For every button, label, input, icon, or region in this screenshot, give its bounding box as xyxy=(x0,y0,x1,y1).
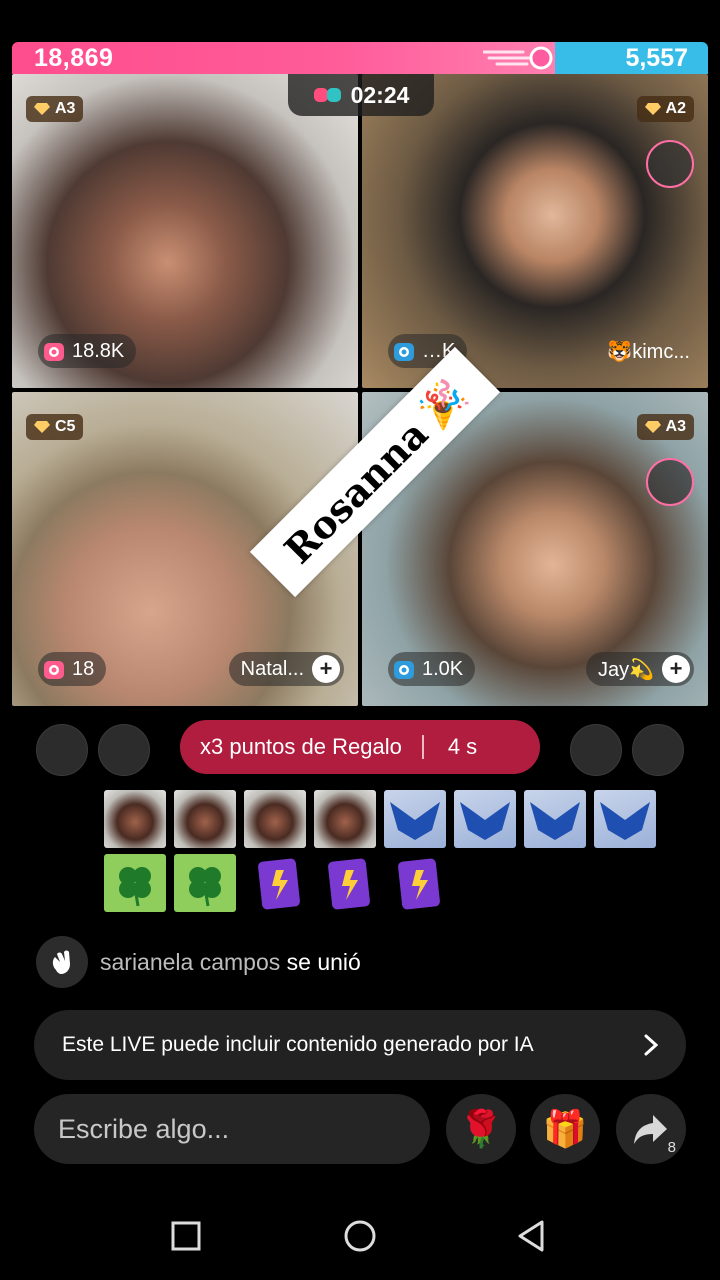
rank-badge: A3 xyxy=(26,96,84,122)
streamer-name[interactable]: Jay💫 + xyxy=(585,652,694,686)
gift-points-countdown: 4 s xyxy=(447,734,478,759)
comment-input[interactable] xyxy=(34,1094,430,1164)
stream-tile-1[interactable]: A3 18.8K xyxy=(12,74,358,388)
eagle-icon xyxy=(530,802,580,840)
rank-badge: A2 xyxy=(636,96,694,122)
gift-sticker-face xyxy=(244,790,306,848)
left-score-value: 18,869 xyxy=(34,43,114,72)
streamer-name-label: Jay💫 xyxy=(597,658,654,681)
rose-icon: 🌹 xyxy=(458,1108,504,1149)
eagle-icon xyxy=(600,802,650,840)
viewer-avatar[interactable] xyxy=(570,724,622,776)
streamer-name[interactable]: Natal... + xyxy=(228,652,344,686)
gift-card-boost xyxy=(318,854,380,912)
viewer-avatar[interactable] xyxy=(632,724,684,776)
follow-plus-button[interactable]: + xyxy=(312,655,340,683)
pink-heart-icon xyxy=(44,661,64,679)
boost-icon[interactable] xyxy=(646,458,694,506)
gift-card-boost xyxy=(248,854,310,912)
timer-value: 02:24 xyxy=(350,81,410,108)
gift-box-icon: 🎁 xyxy=(542,1108,588,1149)
share-button[interactable]: 8 xyxy=(616,1094,686,1164)
boost-card-icon xyxy=(398,858,440,910)
chevron-right-icon xyxy=(644,1034,658,1056)
likes-counter: 18 xyxy=(38,652,107,686)
likes-value: 18 xyxy=(72,657,95,680)
rose-gift-button[interactable]: 🌹 xyxy=(446,1094,516,1164)
diamond-icon xyxy=(644,421,661,433)
right-score-value: 5,557 xyxy=(625,43,688,72)
blue-heart-icon xyxy=(394,343,414,361)
likes-value: 18.8K xyxy=(72,339,125,362)
gift-sticker-clover xyxy=(104,854,166,912)
likes-counter: 18.8K xyxy=(38,334,137,368)
join-message: sarianela campos se unió xyxy=(36,936,361,988)
likes-value: 1.0K xyxy=(422,657,464,680)
battle-grid: A3 18.8K A2 …K 🐯kimc... C5 18 Natal... +… xyxy=(12,74,708,706)
boxing-gloves-icon xyxy=(313,88,341,102)
diamond-icon xyxy=(34,421,50,433)
follow-plus-button[interactable]: + xyxy=(662,655,690,683)
gift-card-boost xyxy=(388,854,450,912)
rank-badge: C5 xyxy=(26,414,84,440)
rank-label: C5 xyxy=(55,418,76,435)
boost-card-icon xyxy=(258,858,300,910)
back-icon[interactable] xyxy=(514,1218,550,1254)
gift-sticker-eagle xyxy=(454,790,516,848)
rank-label: A2 xyxy=(665,100,686,117)
battle-timer: 02:24 xyxy=(288,74,434,116)
diamond-icon xyxy=(644,103,661,115)
streamer-name-label: Natal... xyxy=(240,657,304,680)
clover-icon xyxy=(119,867,151,907)
wave-hand-icon xyxy=(36,936,88,988)
streamer-name[interactable]: 🐯kimc... xyxy=(595,334,694,368)
diamond-icon xyxy=(34,103,50,115)
streamer-name-label: 🐯kimc... xyxy=(607,340,690,363)
gift-sticker-clover xyxy=(174,854,236,912)
gift-sticker-eagle xyxy=(384,790,446,848)
battle-score-bar: 18,869 5,557 xyxy=(12,42,708,74)
gift-points-label: x3 puntos de Regalo xyxy=(200,734,402,759)
streak-icon xyxy=(482,46,553,70)
gift-points-banner: x3 puntos de Regalo 4 s xyxy=(180,720,540,774)
gift-sticker-eagle xyxy=(524,790,586,848)
gift-button[interactable]: 🎁 xyxy=(530,1094,600,1164)
stream-tile-2[interactable]: A2 …K 🐯kimc... xyxy=(362,74,708,388)
gift-sticker-eagle xyxy=(594,790,656,848)
rank-label: A3 xyxy=(55,100,76,117)
eagle-icon xyxy=(390,802,440,840)
eagle-icon xyxy=(460,802,510,840)
home-icon[interactable] xyxy=(342,1218,378,1254)
rank-badge: A3 xyxy=(636,414,694,440)
boost-icon[interactable] xyxy=(646,140,694,188)
ai-content-notice[interactable]: Este LIVE puede incluir contenido genera… xyxy=(34,1010,686,1080)
right-team-score: 5,557 xyxy=(554,42,708,74)
blue-heart-icon xyxy=(394,661,414,679)
pink-heart-icon xyxy=(44,343,64,361)
join-action: se unió xyxy=(286,948,361,975)
divider xyxy=(421,735,424,759)
recent-apps-icon[interactable] xyxy=(168,1218,204,1254)
rank-label: A3 xyxy=(665,418,686,435)
share-count: 8 xyxy=(667,1139,676,1156)
join-username[interactable]: sarianela campos xyxy=(100,949,280,975)
gift-sticker-face xyxy=(104,790,166,848)
share-arrow-icon xyxy=(634,1115,667,1144)
system-nav-bar xyxy=(0,1210,720,1260)
gift-sticker-face xyxy=(174,790,236,848)
ai-notice-text: Este LIVE puede incluir contenido genera… xyxy=(62,1033,534,1056)
viewer-avatar[interactable] xyxy=(36,724,88,776)
gift-sticker-face xyxy=(314,790,376,848)
party-popper-icon: 🎉 xyxy=(412,373,474,434)
clover-icon xyxy=(189,867,221,907)
left-team-score: 18,869 xyxy=(12,42,555,74)
likes-counter: 1.0K xyxy=(388,652,476,686)
viewer-avatar[interactable] xyxy=(98,724,150,776)
boost-card-icon xyxy=(328,858,370,910)
